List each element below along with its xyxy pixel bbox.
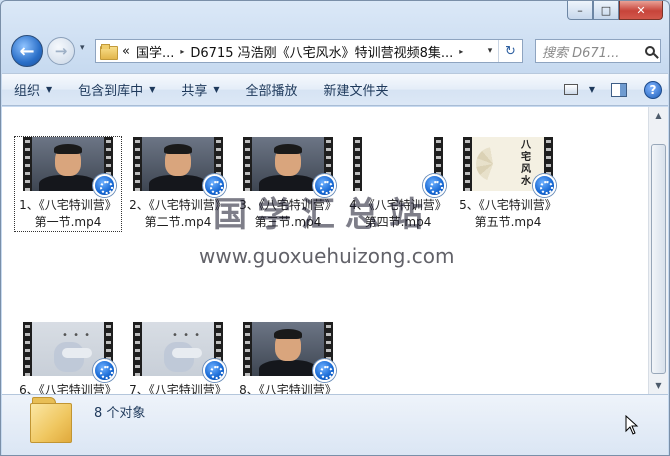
file-name: 5、《八宅特训营》第五节.mp4 — [459, 198, 557, 229]
share-label: 共享 — [181, 84, 208, 99]
chevron-right-icon[interactable]: ▸ — [459, 47, 463, 56]
maximize-button[interactable]: □ — [593, 1, 619, 20]
video-thumbnail: • • • — [23, 322, 116, 382]
item-count: 8 个对象 — [94, 406, 146, 421]
breadcrumb-item[interactable]: 国学... — [136, 42, 174, 61]
refresh-button[interactable]: ↻ — [498, 40, 522, 62]
breadcrumb-overflow[interactable]: « — [122, 44, 130, 59]
file-name: 1、《八宅特训营》第一节.mp4 — [19, 198, 117, 229]
folder-icon — [30, 397, 74, 443]
share-menu[interactable]: 共享 ▼ — [169, 73, 233, 106]
vertical-scrollbar[interactable]: ▲ ▼ — [648, 107, 668, 394]
video-thumbnail — [23, 137, 116, 197]
chevron-right-icon[interactable]: ▸ — [180, 47, 184, 56]
video-file-item[interactable]: 八宅风水 5、《八宅特训营》第五节.mp4 — [455, 137, 561, 231]
video-thumbnail: 八宅风水 — [463, 137, 556, 197]
navigation-bar: ← → ▾ « 国学... ▸ D6715 冯浩刚《八宅风水》特训营视频8集..… — [9, 35, 661, 67]
close-button[interactable]: ✕ — [619, 1, 663, 20]
video-thumbnail — [353, 137, 446, 197]
address-dropdown[interactable]: ▾ — [482, 46, 498, 56]
include-in-library-menu[interactable]: 包含到库中 ▼ — [66, 73, 169, 106]
media-player-icon — [93, 359, 116, 382]
video-thumbnail — [243, 137, 336, 197]
play-all-button[interactable]: 全部播放 — [234, 73, 312, 106]
scrollbar-thumb[interactable] — [651, 144, 666, 374]
forward-button[interactable]: → — [47, 37, 75, 65]
media-player-icon — [203, 359, 226, 382]
media-player-icon — [313, 359, 336, 382]
watermark-url: www.guoxuehuizong.com — [199, 244, 455, 268]
dropdown-arrow-icon: ▼ — [149, 85, 156, 94]
include-in-library-label: 包含到库中 — [78, 84, 144, 99]
details-pane: 8 个对象 — [2, 394, 668, 455]
dropdown-arrow-icon: ▼ — [46, 85, 53, 94]
scroll-up-button[interactable]: ▲ — [649, 107, 668, 124]
organize-menu[interactable]: 组织 ▼ — [2, 73, 66, 106]
media-player-icon — [533, 174, 556, 197]
watermark-title: 国学汇总站 — [213, 195, 433, 235]
organize-label: 组织 — [14, 84, 41, 99]
dropdown-arrow-icon: ▼ — [213, 85, 220, 94]
search-input[interactable]: 搜索 D671... — [535, 39, 661, 63]
back-button[interactable]: ← — [11, 35, 43, 67]
preview-pane-icon[interactable] — [604, 78, 634, 102]
video-file-item[interactable]: 1、《八宅特训营》第一节.mp4 — [14, 136, 122, 232]
explorer-window: – □ ✕ ← → ▾ « 国学... ▸ D6715 冯浩刚《八宅风水》特训营… — [0, 0, 670, 456]
new-folder-button[interactable]: 新建文件夹 — [312, 73, 403, 106]
help-icon[interactable]: ? — [638, 78, 668, 102]
video-thumbnail — [133, 137, 226, 197]
scroll-down-button[interactable]: ▼ — [649, 377, 668, 394]
minimize-button[interactable]: – — [567, 1, 593, 20]
search-icon[interactable] — [640, 46, 660, 56]
caption-buttons: – □ ✕ — [567, 1, 663, 20]
arrow-down-icon[interactable]: ▼ — [586, 78, 598, 102]
command-bar: 组织 ▼ 包含到库中 ▼ 共享 ▼ 全部播放 新建文件夹 ▼ ? — [2, 73, 668, 106]
recent-pages-dropdown[interactable]: ▾ — [80, 43, 85, 53]
view-options-icon[interactable] — [556, 78, 586, 102]
video-thumbnail — [243, 322, 336, 382]
breadcrumb-item[interactable]: D6715 冯浩刚《八宅风水》特训营视频8集... — [190, 42, 453, 61]
media-player-icon — [93, 174, 116, 197]
address-bar[interactable]: « 国学... ▸ D6715 冯浩刚《八宅风水》特训营视频8集... ▸ ▾ … — [95, 39, 523, 63]
video-thumbnail: • • • — [133, 322, 226, 382]
search-placeholder: 搜索 D671... — [542, 45, 620, 61]
folder-icon — [100, 44, 118, 60]
